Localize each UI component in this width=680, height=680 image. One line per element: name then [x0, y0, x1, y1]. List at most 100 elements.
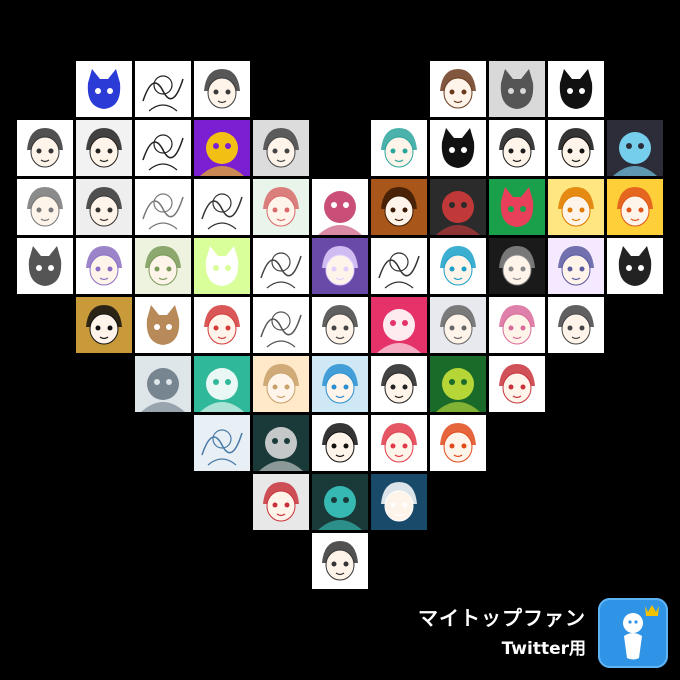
avatar-image: [371, 120, 427, 176]
avatar-image: [312, 238, 368, 294]
avatar-image: [371, 474, 427, 530]
fan-avatar-tile: [253, 238, 309, 294]
avatar-image: [371, 179, 427, 235]
avatar-image: [17, 238, 73, 294]
fan-avatar-tile: [76, 297, 132, 353]
fan-avatar-tile: [135, 238, 191, 294]
fan-avatar-tile: [548, 61, 604, 117]
avatar-image: [253, 120, 309, 176]
fan-avatar-tile: [253, 120, 309, 176]
avatar-image: [17, 179, 73, 235]
avatar-image: [135, 238, 191, 294]
avatar-image: [135, 297, 191, 353]
fan-avatar-tile: [312, 297, 368, 353]
fan-avatar-tile: [312, 474, 368, 530]
fan-avatar-tile: [194, 238, 250, 294]
fan-avatar-tile: [135, 179, 191, 235]
fan-avatar-tile: [194, 120, 250, 176]
avatar-image: [194, 415, 250, 471]
fan-avatar-tile: [194, 179, 250, 235]
avatar-image: [607, 120, 663, 176]
avatar-image: [430, 120, 486, 176]
avatar-image: [371, 356, 427, 412]
fan-avatar-tile: [76, 61, 132, 117]
avatar-image: [76, 238, 132, 294]
avatar-image: [194, 238, 250, 294]
fan-avatar-tile: [253, 474, 309, 530]
fan-avatar-tile: [489, 120, 545, 176]
avatar-image: [76, 120, 132, 176]
fan-avatar-tile: [371, 179, 427, 235]
fan-avatar-tile: [312, 533, 368, 589]
fan-avatar-tile: [135, 120, 191, 176]
fan-avatar-tile: [312, 179, 368, 235]
fan-avatar-tile: [548, 120, 604, 176]
fan-avatar-tile: [135, 356, 191, 412]
avatar-image: [430, 415, 486, 471]
fan-avatar-tile: [489, 297, 545, 353]
avatar-image: [548, 61, 604, 117]
fan-avatar-tile: [548, 179, 604, 235]
fan-avatar-tile: [194, 356, 250, 412]
avatar-image: [194, 120, 250, 176]
fan-avatar-tile: [430, 297, 486, 353]
avatar-image: [253, 238, 309, 294]
avatar-image: [76, 297, 132, 353]
fan-avatar-tile: [312, 415, 368, 471]
heart-avatar-grid: [0, 0, 680, 680]
avatar-image: [194, 179, 250, 235]
avatar-image: [489, 238, 545, 294]
fan-avatar-tile: [253, 415, 309, 471]
avatar-image: [312, 179, 368, 235]
fan-avatar-tile: [371, 297, 427, 353]
avatar-image: [135, 356, 191, 412]
fan-avatar-tile: [607, 238, 663, 294]
avatar-image: [312, 474, 368, 530]
avatar-image: [253, 179, 309, 235]
fan-avatar-tile: [17, 179, 73, 235]
person-with-crown-icon: [598, 598, 668, 668]
fan-avatar-tile: [194, 297, 250, 353]
avatar-image: [548, 179, 604, 235]
avatar-image: [17, 120, 73, 176]
fan-avatar-tile: [430, 415, 486, 471]
avatar-image: [135, 179, 191, 235]
fan-avatar-tile: [76, 120, 132, 176]
fan-avatar-tile: [253, 179, 309, 235]
fan-avatar-tile: [430, 356, 486, 412]
fan-avatar-tile: [135, 61, 191, 117]
fan-avatar-tile: [17, 238, 73, 294]
fan-avatar-tile: [312, 238, 368, 294]
app-subtitle: Twitter用: [501, 639, 586, 659]
fan-avatar-tile: [253, 356, 309, 412]
fan-avatar-tile: [489, 61, 545, 117]
fan-avatar-tile: [194, 415, 250, 471]
avatar-image: [489, 61, 545, 117]
avatar-image: [312, 297, 368, 353]
avatar-image: [194, 297, 250, 353]
avatar-image: [607, 179, 663, 235]
fan-avatar-tile: [194, 61, 250, 117]
fan-avatar-tile: [76, 238, 132, 294]
avatar-image: [312, 533, 368, 589]
fan-avatar-tile: [430, 120, 486, 176]
avatar-image: [76, 179, 132, 235]
fan-avatar-tile: [253, 297, 309, 353]
fan-avatar-tile: [371, 356, 427, 412]
avatar-image: [194, 356, 250, 412]
avatar-image: [489, 179, 545, 235]
avatar-image: [489, 120, 545, 176]
fan-avatar-tile: [489, 356, 545, 412]
avatar-image: [371, 297, 427, 353]
fan-avatar-tile: [489, 238, 545, 294]
avatar-image: [312, 415, 368, 471]
fan-avatar-tile: [548, 297, 604, 353]
avatar-image: [253, 356, 309, 412]
fan-avatar-tile: [607, 120, 663, 176]
avatar-image: [430, 297, 486, 353]
avatar-image: [253, 415, 309, 471]
fan-avatar-tile: [371, 238, 427, 294]
avatar-image: [194, 61, 250, 117]
fan-avatar-tile: [607, 179, 663, 235]
fan-avatar-tile: [371, 474, 427, 530]
